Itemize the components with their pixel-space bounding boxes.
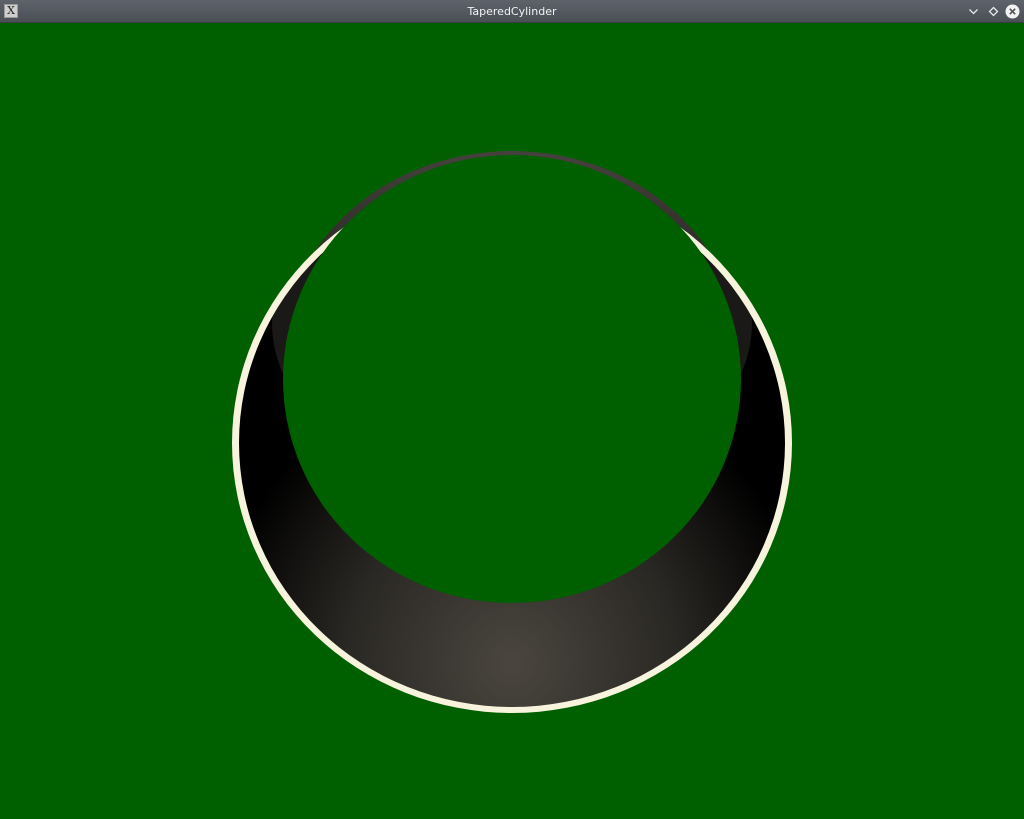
- render-viewport[interactable]: [0, 23, 1024, 819]
- cylinder-far-opening: [283, 155, 741, 603]
- window-title: TaperedCylinder: [467, 5, 557, 18]
- close-icon[interactable]: [1005, 4, 1020, 19]
- scene-canvas: [0, 23, 1024, 819]
- minimize-icon[interactable]: [966, 4, 981, 19]
- maximize-icon[interactable]: [986, 4, 1001, 19]
- app-window: X TaperedCylinder: [0, 0, 1024, 819]
- title-bar[interactable]: X TaperedCylinder: [0, 0, 1024, 23]
